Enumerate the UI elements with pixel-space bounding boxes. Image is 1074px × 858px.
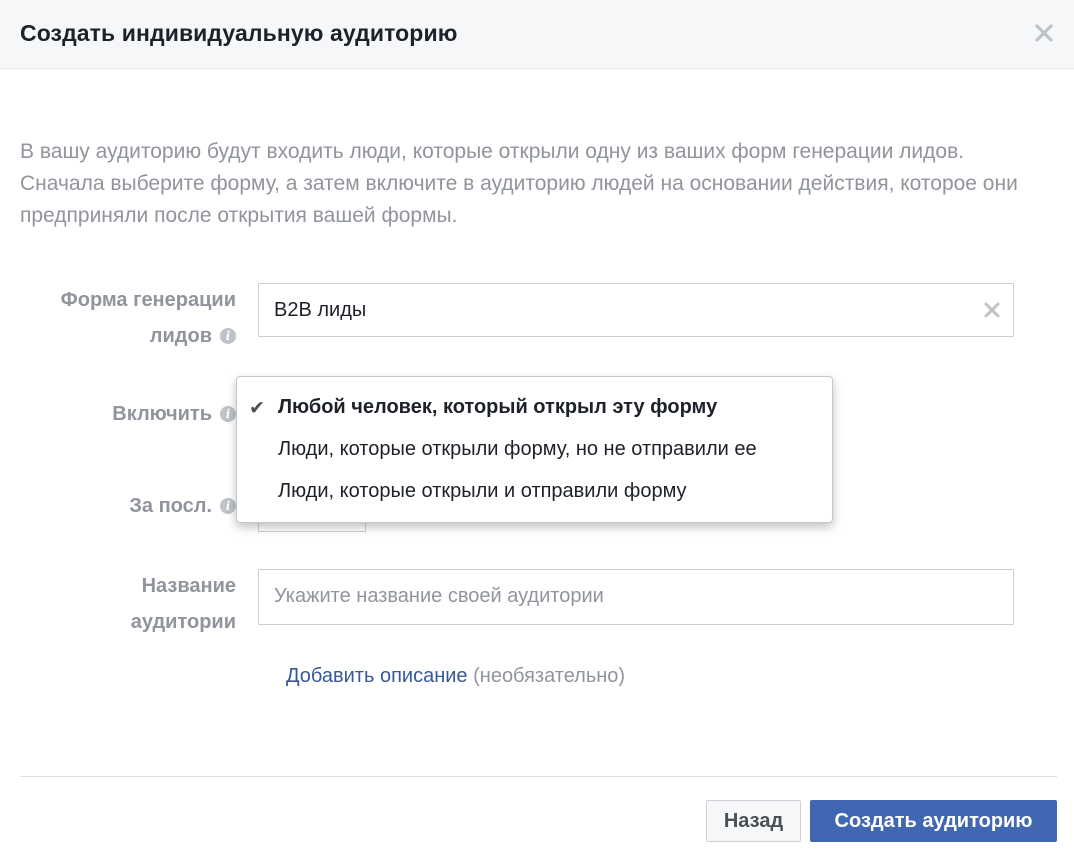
dropdown-option-label: Люди, которые открыли и отправили форму bbox=[278, 480, 687, 502]
add-description: Добавить описание (необязательно) bbox=[286, 665, 625, 688]
audience-name-label: Название аудитории bbox=[40, 568, 236, 640]
close-icon[interactable] bbox=[1030, 19, 1058, 47]
dialog-title: Создать индивидуальную аудиторию bbox=[20, 20, 458, 46]
audience-name-label-line1: Название bbox=[141, 575, 236, 597]
checkmark-icon: ✔ bbox=[249, 398, 265, 419]
clear-icon[interactable] bbox=[981, 299, 1003, 321]
audience-name-placeholder: Укажите название своей аудитории bbox=[274, 585, 604, 607]
create-audience-button[interactable]: Создать аудиторию bbox=[810, 800, 1057, 842]
info-icon[interactable]: i bbox=[220, 406, 236, 422]
lead-form-select[interactable]: B2B лиды bbox=[258, 283, 1014, 337]
audience-name-field[interactable]: Укажите название своей аудитории bbox=[258, 569, 1014, 625]
dropdown-option-any-opened[interactable]: ✔ Любой человек, который открыл эту форм… bbox=[237, 387, 832, 429]
dropdown-option-label: Люди, которые открыли форму, но не отпра… bbox=[278, 438, 757, 460]
period-label: За посл. i bbox=[40, 488, 236, 524]
optional-hint: (необязательно) bbox=[473, 665, 626, 687]
dialog-header: Создать индивидуальную аудиторию bbox=[0, 0, 1074, 69]
info-icon[interactable]: i bbox=[220, 328, 236, 344]
dialog-description: В вашу аудиторию будут входить люди, кот… bbox=[20, 140, 1018, 227]
include-label: Включить i bbox=[40, 396, 236, 432]
add-description-link[interactable]: Добавить описание bbox=[286, 665, 468, 687]
info-icon[interactable]: i bbox=[220, 498, 236, 514]
footer-divider bbox=[20, 776, 1057, 777]
dropdown-option-opened-and-submitted[interactable]: Люди, которые открыли и отправили форму bbox=[237, 471, 832, 513]
include-dropdown-menu: ✔ Любой человек, который открыл эту форм… bbox=[236, 376, 833, 523]
lead-form-label: Форма генерации лидов i bbox=[40, 282, 236, 354]
back-button[interactable]: Назад bbox=[706, 800, 801, 842]
lead-form-value: B2B лиды bbox=[274, 299, 367, 321]
audience-name-label-line2: аудитории bbox=[130, 611, 236, 633]
dropdown-option-opened-not-submitted[interactable]: Люди, которые открыли форму, но не отпра… bbox=[237, 429, 832, 471]
lead-form-label-line2: лидов bbox=[149, 325, 212, 347]
dropdown-option-label: Любой человек, который открыл эту форму bbox=[278, 396, 718, 418]
include-label-text: Включить bbox=[112, 403, 212, 425]
period-label-text: За посл. bbox=[129, 495, 212, 517]
lead-form-label-line1: Форма генерации bbox=[60, 289, 236, 311]
